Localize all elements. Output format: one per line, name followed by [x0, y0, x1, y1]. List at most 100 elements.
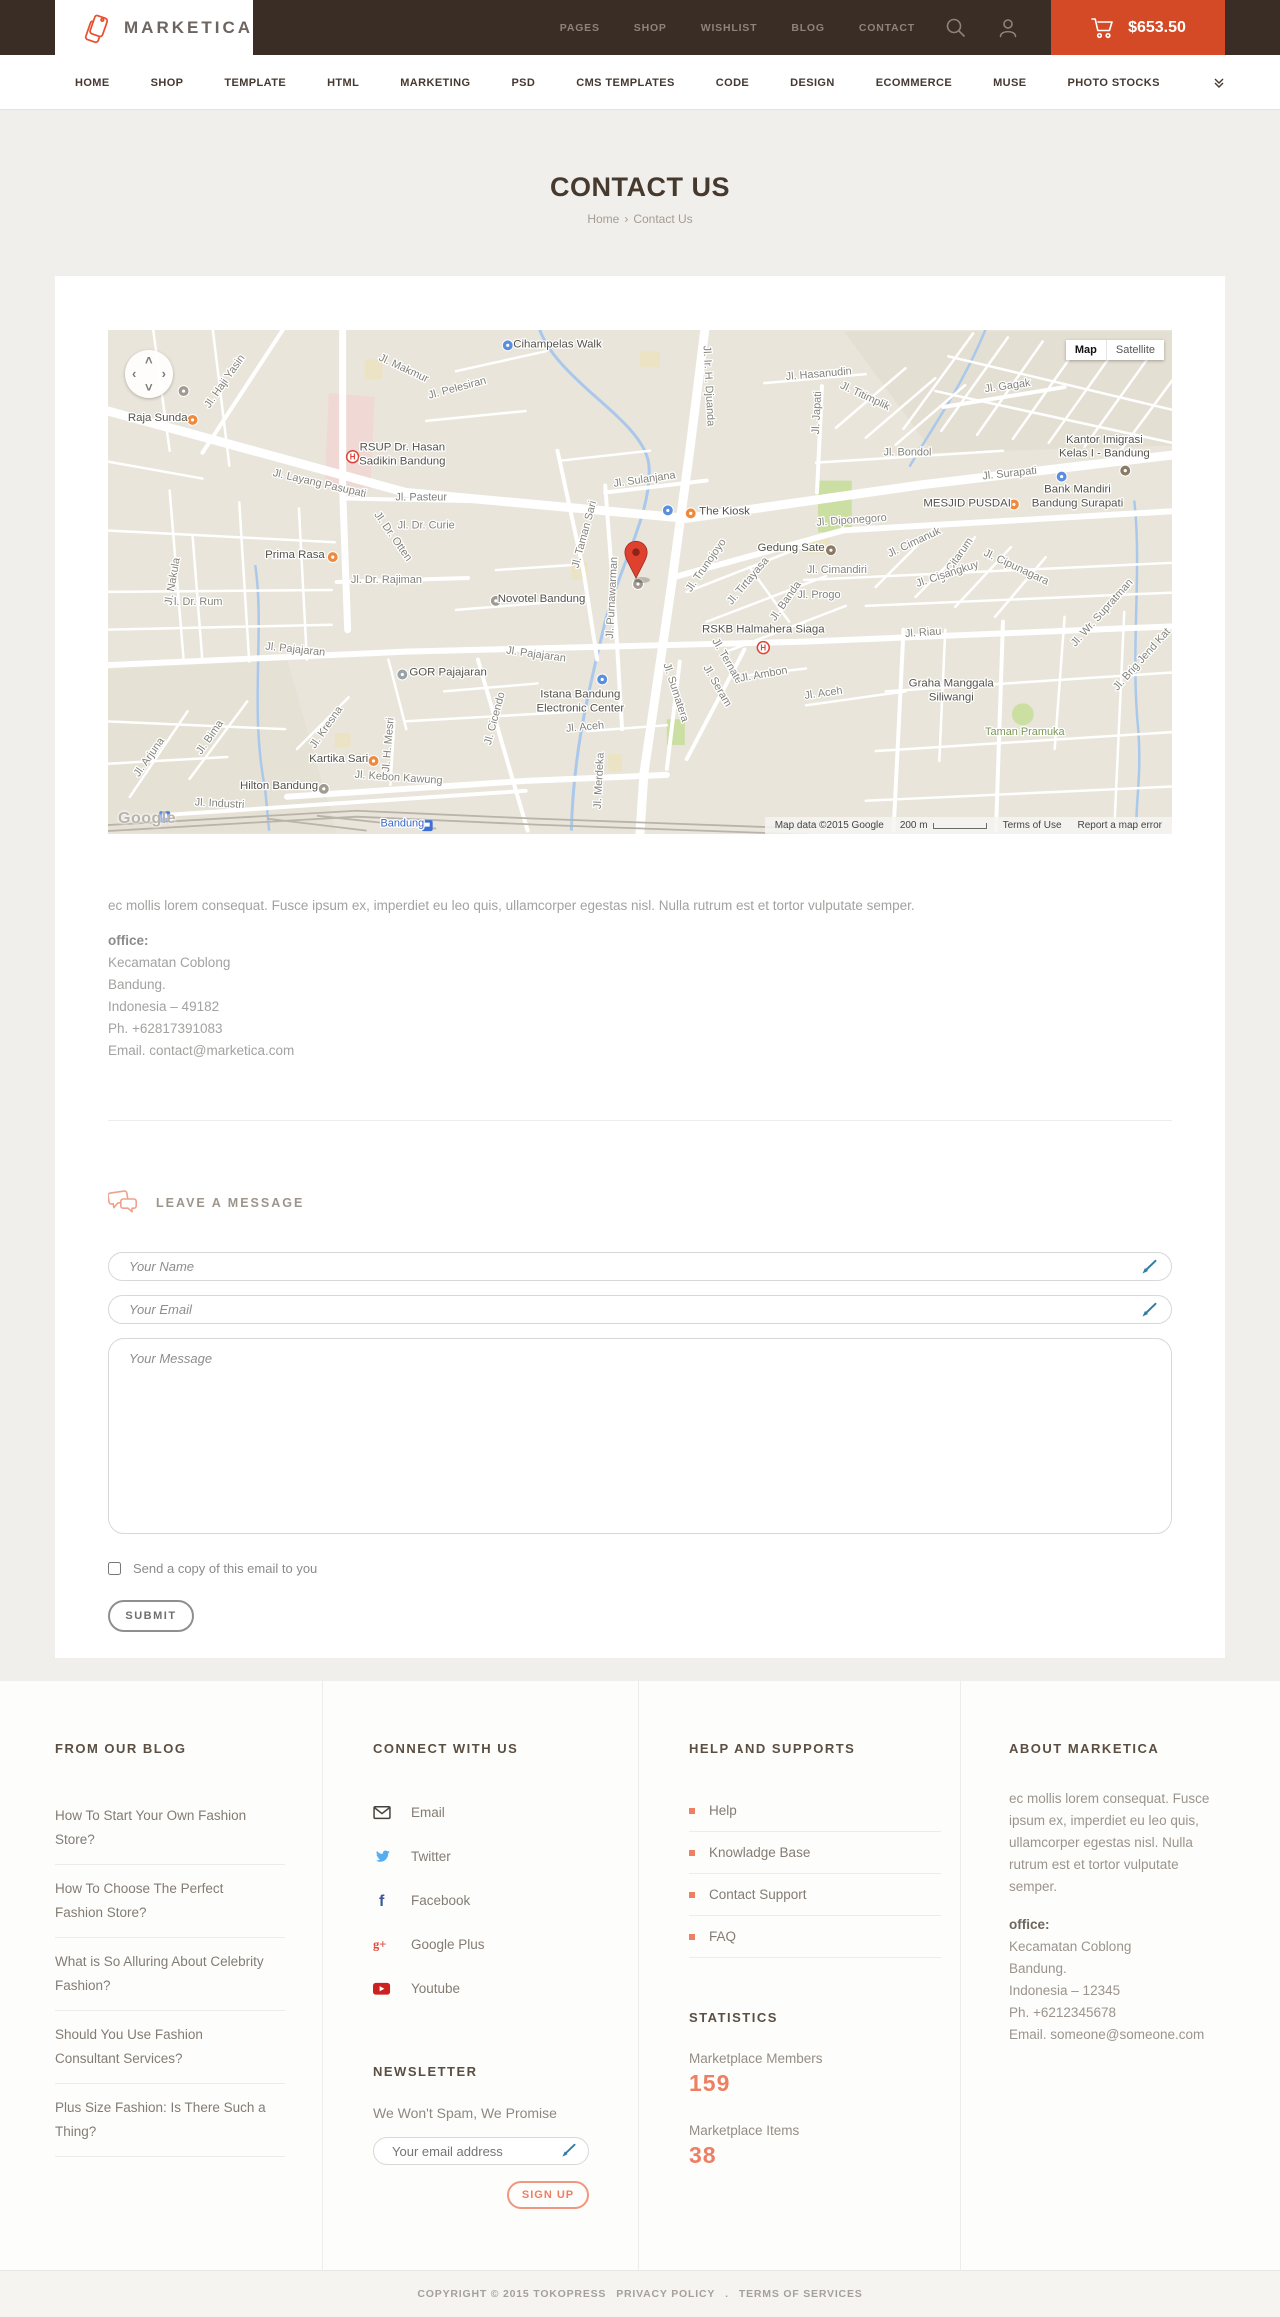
email-input[interactable] [108, 1295, 1172, 1324]
map-data-credit: Map data ©2015 Google [774, 820, 884, 831]
cat-nav-shop[interactable]: SHOP [151, 77, 184, 89]
cat-nav-code[interactable]: CODE [716, 77, 749, 89]
connect-heading: CONNECT WITH US [373, 1741, 519, 1756]
office-line: Kecamatan Coblong [1009, 1939, 1132, 1954]
map-poi-restaurant [684, 507, 697, 520]
satellite-button[interactable]: Satellite [1106, 340, 1164, 360]
privacy-policy-link[interactable]: PRIVACY POLICY [616, 2288, 715, 2300]
map-label: GOR Pajajaran [409, 666, 486, 678]
map-poi-hotel [177, 385, 190, 398]
connect-label: Email [411, 1804, 445, 1820]
help-link-help[interactable]: Help [689, 1803, 941, 1818]
youtube-link[interactable]: Youtube [373, 1980, 460, 1997]
map-label: Siliwangi [929, 691, 974, 703]
submit-button[interactable]: SUBMIT [108, 1600, 194, 1632]
send-copy-checkbox[interactable] [108, 1562, 121, 1575]
search-icon[interactable] [945, 17, 967, 39]
name-input[interactable] [108, 1252, 1172, 1281]
report-map-error-link[interactable]: Report a map error [1078, 820, 1162, 831]
map-pan-control[interactable]: ˄ ˅ ‹ › [125, 350, 173, 398]
cat-nav-psd[interactable]: PSD [511, 77, 535, 89]
twitter-link[interactable]: Twitter [373, 1848, 451, 1865]
blog-post-item: Should You Use Fashion Consultant Servic… [55, 2011, 285, 2084]
map-label: Raja Sunda [128, 412, 188, 424]
pan-up-icon[interactable]: ˄ [145, 354, 153, 367]
google-plus-link[interactable]: g+ Google Plus [373, 1936, 485, 1953]
map-label: Bank Mandiri [1044, 484, 1111, 496]
cart-button[interactable]: $653.50 [1051, 0, 1225, 55]
cart-icon [1091, 17, 1113, 38]
blog-post-link[interactable]: How To Choose The Perfect Fashion Store? [55, 1877, 270, 1925]
category-nav: HOME SHOP TEMPLATE HTML MARKETING PSD CMS TEMP… [0, 55, 1280, 110]
blog-post-link[interactable]: Should You Use Fashion Consultant Servic… [55, 2023, 270, 2071]
map-button[interactable]: Map [1065, 340, 1107, 360]
cat-nav-photo-stocks[interactable]: PHOTO STOCKS [1067, 77, 1159, 89]
cat-nav-design[interactable]: DESIGN [790, 77, 835, 89]
map-poi-restaurant [326, 551, 339, 564]
map-label: Jl. Dr. Rum [168, 596, 222, 608]
blog-post-item: How To Start Your Own Fashion Store? [55, 1792, 285, 1865]
help-item: FAQ [689, 1916, 941, 1958]
account-icon[interactable] [997, 17, 1019, 39]
map-poi-shop [596, 673, 609, 686]
site-footer: FROM OUR BLOG How To Start Your Own Fash… [0, 1681, 1280, 2270]
email-link[interactable]: Email [373, 1803, 445, 1821]
office-line: Email. contact@marketica.com [108, 1043, 295, 1058]
blog-post-link[interactable]: What is So Alluring About Celebrity Fash… [55, 1950, 270, 1998]
pan-right-icon[interactable]: › [162, 367, 166, 380]
map-label: Sadikin Bandung [359, 456, 445, 468]
copyright-separator: . [725, 2288, 729, 2300]
map-label: Novotel Bandung [498, 593, 586, 605]
newsletter-tagline: We Won't Spam, We Promise [373, 2105, 557, 2121]
cat-nav-html[interactable]: HTML [327, 77, 359, 89]
cat-nav-home[interactable]: HOME [75, 77, 110, 89]
cat-nav-muse[interactable]: MUSE [993, 77, 1026, 89]
header-nav-wishlist[interactable]: WISHLIST [701, 22, 758, 34]
connect-label: Youtube [411, 1980, 461, 1996]
header-nav-blog[interactable]: BLOG [791, 22, 825, 34]
header-nav-pages[interactable]: PAGES [560, 22, 600, 34]
blog-post-link[interactable]: How To Start Your Own Fashion Store? [55, 1804, 270, 1852]
blog-heading: FROM OUR BLOG [55, 1741, 187, 1756]
map-label: Jl. Bondol [884, 447, 932, 459]
connect-item: Twitter [373, 1834, 638, 1878]
terms-of-use-link[interactable]: Terms of Use [1003, 820, 1062, 831]
google-map[interactable]: HH Cihampelas Walk Jl. Pelesiran Jl. Haji … [108, 330, 1172, 834]
office-address-block: office: Kecamatan Coblong Bandung. Indones… [108, 930, 1172, 1062]
breadcrumb: Home › Contact Us [0, 212, 1280, 226]
pan-left-icon[interactable]: ‹ [132, 367, 136, 380]
header-nav-shop[interactable]: SHOP [634, 22, 667, 34]
help-link-contact-support[interactable]: Contact Support [689, 1887, 941, 1902]
breadcrumb-home-link[interactable]: Home [587, 212, 619, 226]
message-textarea[interactable] [108, 1338, 1172, 1534]
pan-down-icon[interactable]: ˅ [145, 381, 153, 394]
form-heading-row: LEAVE A MESSAGE [108, 1189, 1172, 1216]
cat-nav-cms-templates[interactable]: CMS TEMPLATES [576, 77, 675, 89]
cat-nav-marketing[interactable]: MARKETING [400, 77, 470, 89]
cat-nav-ecommerce[interactable]: ECOMMERCE [876, 77, 952, 89]
help-link-knowladge-base[interactable]: Knowladge Base [689, 1845, 941, 1860]
map-type-control: Map Satellite [1065, 340, 1164, 360]
blog-post-item: Plus Size Fashion: Is There Such a Thing… [55, 2084, 285, 2157]
map-scale: 200 m [900, 820, 987, 831]
blog-post-link[interactable]: Plus Size Fashion: Is There Such a Thing… [55, 2096, 270, 2144]
more-categories-chevron-icon[interactable] [1213, 77, 1225, 89]
newsletter-email-input[interactable] [373, 2137, 589, 2165]
facebook-link[interactable]: f Facebook [373, 1892, 471, 1909]
square-bullet-icon [689, 1807, 695, 1814]
terms-of-services-link[interactable]: TERMS OF SERVICES [739, 2288, 863, 2300]
logo[interactable]: MARKETICA [55, 0, 253, 55]
help-item: Knowladge Base [689, 1832, 941, 1874]
header-nav-contact[interactable]: CONTACT [859, 22, 915, 34]
brand-name: MARKETICA [124, 17, 253, 37]
cat-nav-template[interactable]: TEMPLATE [224, 77, 286, 89]
section-divider [108, 1120, 1172, 1121]
map-label: Hilton Bandung [240, 780, 318, 792]
help-link-faq[interactable]: FAQ [689, 1929, 941, 1944]
blog-post-item: What is So Alluring About Celebrity Fash… [55, 1938, 285, 2011]
help-heading: HELP AND SUPPORTS [689, 1741, 856, 1756]
pen-icon [561, 2143, 576, 2163]
map-label: Cihampelas Walk [513, 338, 602, 350]
connect-item: Youtube [373, 1966, 638, 2010]
signup-button[interactable]: SIGN UP [507, 2181, 589, 2209]
